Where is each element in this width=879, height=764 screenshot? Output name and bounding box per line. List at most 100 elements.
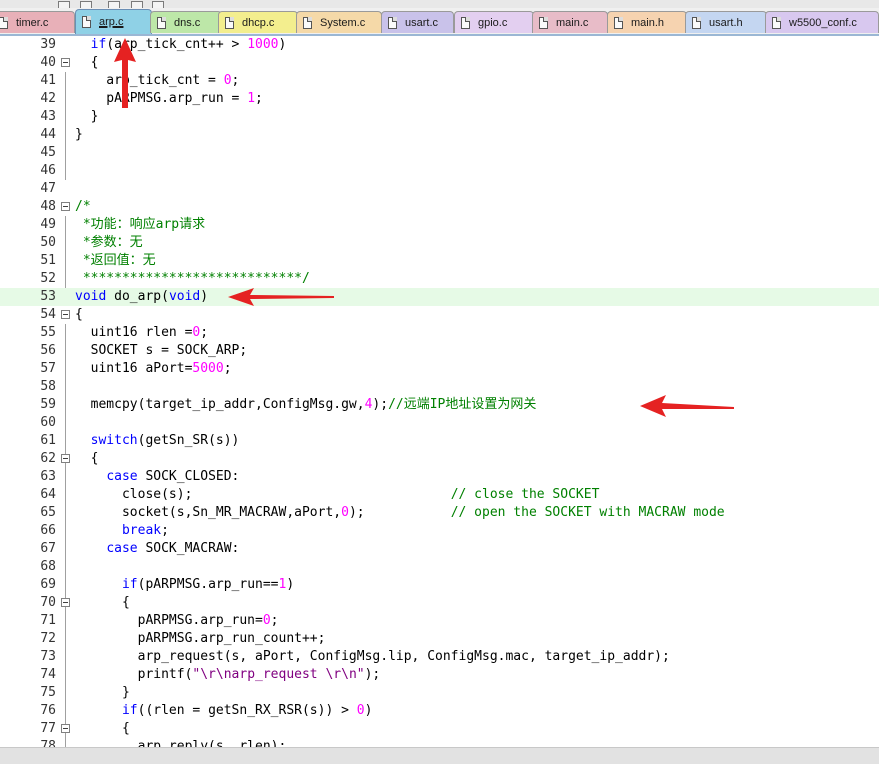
code-text: socket(s,Sn_MR_MACRAW,aPort,0); // open …: [75, 505, 725, 520]
code-text: printf("\r\narp_request \r\n");: [75, 667, 381, 682]
code-line[interactable]: 50 *参数：无: [0, 234, 879, 252]
line-number: 54: [40, 307, 56, 322]
code-line[interactable]: 66 break;: [0, 522, 879, 540]
line-number: 41: [40, 73, 56, 88]
tab-dns-c[interactable]: dns.c: [150, 11, 222, 33]
line-number: 58: [40, 379, 56, 394]
code-editor[interactable]: 39 if(arp_tick_cnt++ > 1000) 40 {41 arp_t…: [0, 36, 879, 747]
tab-arp-c[interactable]: arp.c: [75, 9, 152, 34]
code-line[interactable]: 62 {: [0, 450, 879, 468]
code-line[interactable]: 52 ****************************/: [0, 270, 879, 288]
code-line[interactable]: 75 }: [0, 684, 879, 702]
horizontal-scrollbar[interactable]: [0, 747, 879, 764]
code-line[interactable]: 57 uint16 aPort=5000;: [0, 360, 879, 378]
code-line[interactable]: 43 }: [0, 108, 879, 126]
code-line[interactable]: 44}: [0, 126, 879, 144]
fold-collapse-icon[interactable]: [61, 58, 70, 67]
code-line[interactable]: 51 *返回值：无: [0, 252, 879, 270]
file-icon: [0, 16, 8, 29]
line-number: 77: [40, 721, 56, 736]
code-line[interactable]: 53 void do_arp(void): [0, 288, 879, 306]
code-text: {: [75, 55, 99, 70]
code-text: {: [75, 307, 83, 322]
code-text: }: [75, 109, 99, 124]
code-line[interactable]: 61 switch(getSn_SR(s)): [0, 432, 879, 450]
code-line[interactable]: 73 arp_request(s, aPort, ConfigMsg.lip, …: [0, 648, 879, 666]
code-line[interactable]: 74 printf("\r\narp_request \r\n");: [0, 666, 879, 684]
code-line[interactable]: 69 if(pARPMSG.arp_run==1): [0, 576, 879, 594]
tab-main-c[interactable]: main.c: [532, 11, 608, 33]
fold-collapse-icon[interactable]: [61, 724, 70, 733]
fold-collapse-icon[interactable]: [61, 598, 70, 607]
code-line[interactable]: 54 {: [0, 306, 879, 324]
code-text: /*: [75, 199, 91, 214]
code-line[interactable]: 56 SOCKET s = SOCK_ARP;: [0, 342, 879, 360]
code-line[interactable]: 46: [0, 162, 879, 180]
tab-main-h[interactable]: main.h: [607, 11, 687, 33]
tab-timer-c[interactable]: timer.c: [0, 11, 75, 33]
file-icon: [82, 16, 91, 28]
file-icon: [539, 16, 548, 29]
code-text: {: [75, 721, 130, 736]
file-icon: [772, 16, 781, 29]
code-text: ****************************/: [75, 271, 310, 286]
code-line[interactable]: 67 case SOCK_MACRAW:: [0, 540, 879, 558]
code-line[interactable]: 72 pARPMSG.arp_run_count++;: [0, 630, 879, 648]
code-line[interactable]: 70 {: [0, 594, 879, 612]
tab-usart-c[interactable]: usart.c: [381, 11, 454, 33]
tab-system-c[interactable]: System.c: [296, 11, 382, 33]
code-line[interactable]: 39 if(arp_tick_cnt++ > 1000): [0, 36, 879, 54]
line-number: 50: [40, 235, 56, 250]
line-number: 70: [40, 595, 56, 610]
tab-label: dns.c: [174, 16, 201, 29]
code-line[interactable]: 40 {: [0, 54, 879, 72]
line-number: 67: [40, 541, 56, 556]
line-number: 48: [40, 199, 56, 214]
code-line[interactable]: 47: [0, 180, 879, 198]
code-line[interactable]: 64 close(s); // close the SOCKET: [0, 486, 879, 504]
code-text: arp_reply(s, rlen);: [75, 739, 287, 747]
line-number: 40: [40, 55, 56, 70]
tab-gpio-c[interactable]: gpio.c: [454, 11, 534, 33]
code-text: case SOCK_MACRAW:: [106, 541, 240, 556]
code-line[interactable]: 59 memcpy(target_ip_addr,ConfigMsg.gw,4)…: [0, 396, 879, 414]
code-line[interactable]: 65 socket(s,Sn_MR_MACRAW,aPort,0); // op…: [0, 504, 879, 522]
file-icon: [157, 16, 166, 29]
fold-collapse-icon[interactable]: [61, 310, 70, 319]
code-line[interactable]: 58: [0, 378, 879, 396]
line-number: 78: [40, 739, 56, 747]
line-number: 61: [40, 433, 56, 448]
code-line[interactable]: 71 pARPMSG.arp_run=0;: [0, 612, 879, 630]
code-line[interactable]: 55 uint16 rlen =0;: [0, 324, 879, 342]
file-icon: [692, 16, 701, 29]
fold-collapse-icon[interactable]: [61, 202, 70, 211]
tab-dhcp-c[interactable]: dhcp.c: [218, 11, 298, 33]
code-line[interactable]: 49 *功能：响应arp请求: [0, 216, 879, 234]
fold-collapse-icon[interactable]: [61, 454, 70, 463]
code-line[interactable]: 45: [0, 144, 879, 162]
line-number: 42: [40, 91, 56, 106]
tab-usart-h[interactable]: usart.h: [685, 11, 767, 33]
code-line[interactable]: 48 /*: [0, 198, 879, 216]
line-number: 52: [40, 271, 56, 286]
code-line[interactable]: 63 case SOCK_CLOSED:: [0, 468, 879, 486]
code-line[interactable]: 78 arp_reply(s, rlen);: [0, 738, 879, 747]
tab-w5500-conf-c[interactable]: w5500_conf.c: [765, 11, 879, 33]
line-number: 68: [40, 559, 56, 574]
code-text: *返回值：无: [75, 253, 156, 268]
tab-label: usart.h: [709, 16, 743, 29]
code-line[interactable]: 60: [0, 414, 879, 432]
line-number: 57: [40, 361, 56, 376]
code-line[interactable]: 76 if((rlen = getSn_RX_RSR(s)) > 0): [0, 702, 879, 720]
code-text: if(pARPMSG.arp_run==1): [121, 577, 295, 592]
file-tab-bar: timer.c arp.c dns.c dhcp.c System.c usart.c gp…: [0, 8, 879, 36]
code-line[interactable]: 68: [0, 558, 879, 576]
code-line[interactable]: 41 arp_tick_cnt = 0;: [0, 72, 879, 90]
code-text: arp_request(s, aPort, ConfigMsg.lip, Con…: [75, 649, 670, 664]
code-line[interactable]: 42 pARPMSG.arp_run = 1;: [0, 90, 879, 108]
code-text: pARPMSG.arp_run_count++;: [75, 631, 326, 646]
code-line[interactable]: 77 {: [0, 720, 879, 738]
line-number: 75: [40, 685, 56, 700]
file-icon: [461, 16, 470, 29]
code-text: arp_tick_cnt = 0;: [75, 73, 240, 88]
